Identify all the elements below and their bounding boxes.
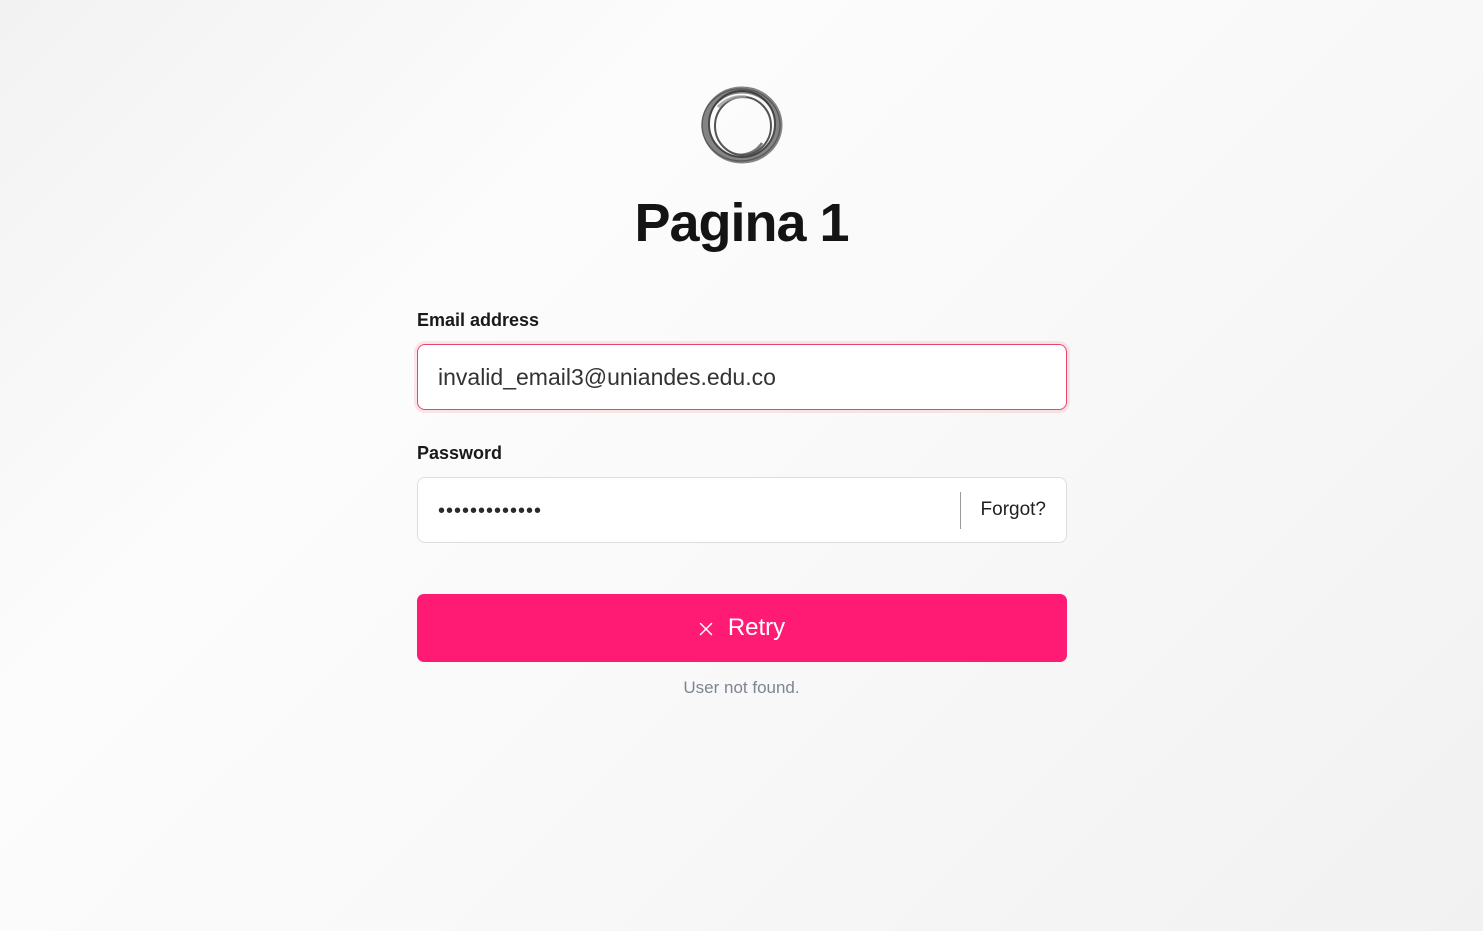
page-title: Pagina 1 [634,193,849,253]
password-label: Password [417,443,503,463]
password-field[interactable]: ••••••••••••• Forgot? [417,477,1067,543]
email-label: Email address [417,310,540,330]
ring-logo-icon [701,86,783,164]
close-icon [699,622,713,636]
status-message: User not found. [683,678,800,697]
email-value: invalid_email3@uniandes.edu.co [438,364,776,390]
password-field-divider [960,492,961,529]
email-field[interactable]: invalid_email3@uniandes.edu.co [417,344,1067,410]
retry-button[interactable]: Retry [417,594,1067,662]
forgot-password-link[interactable]: Forgot? [981,478,1046,542]
password-masked-value: ••••••••••••• [438,500,543,522]
retry-button-label: Retry [727,614,786,641]
